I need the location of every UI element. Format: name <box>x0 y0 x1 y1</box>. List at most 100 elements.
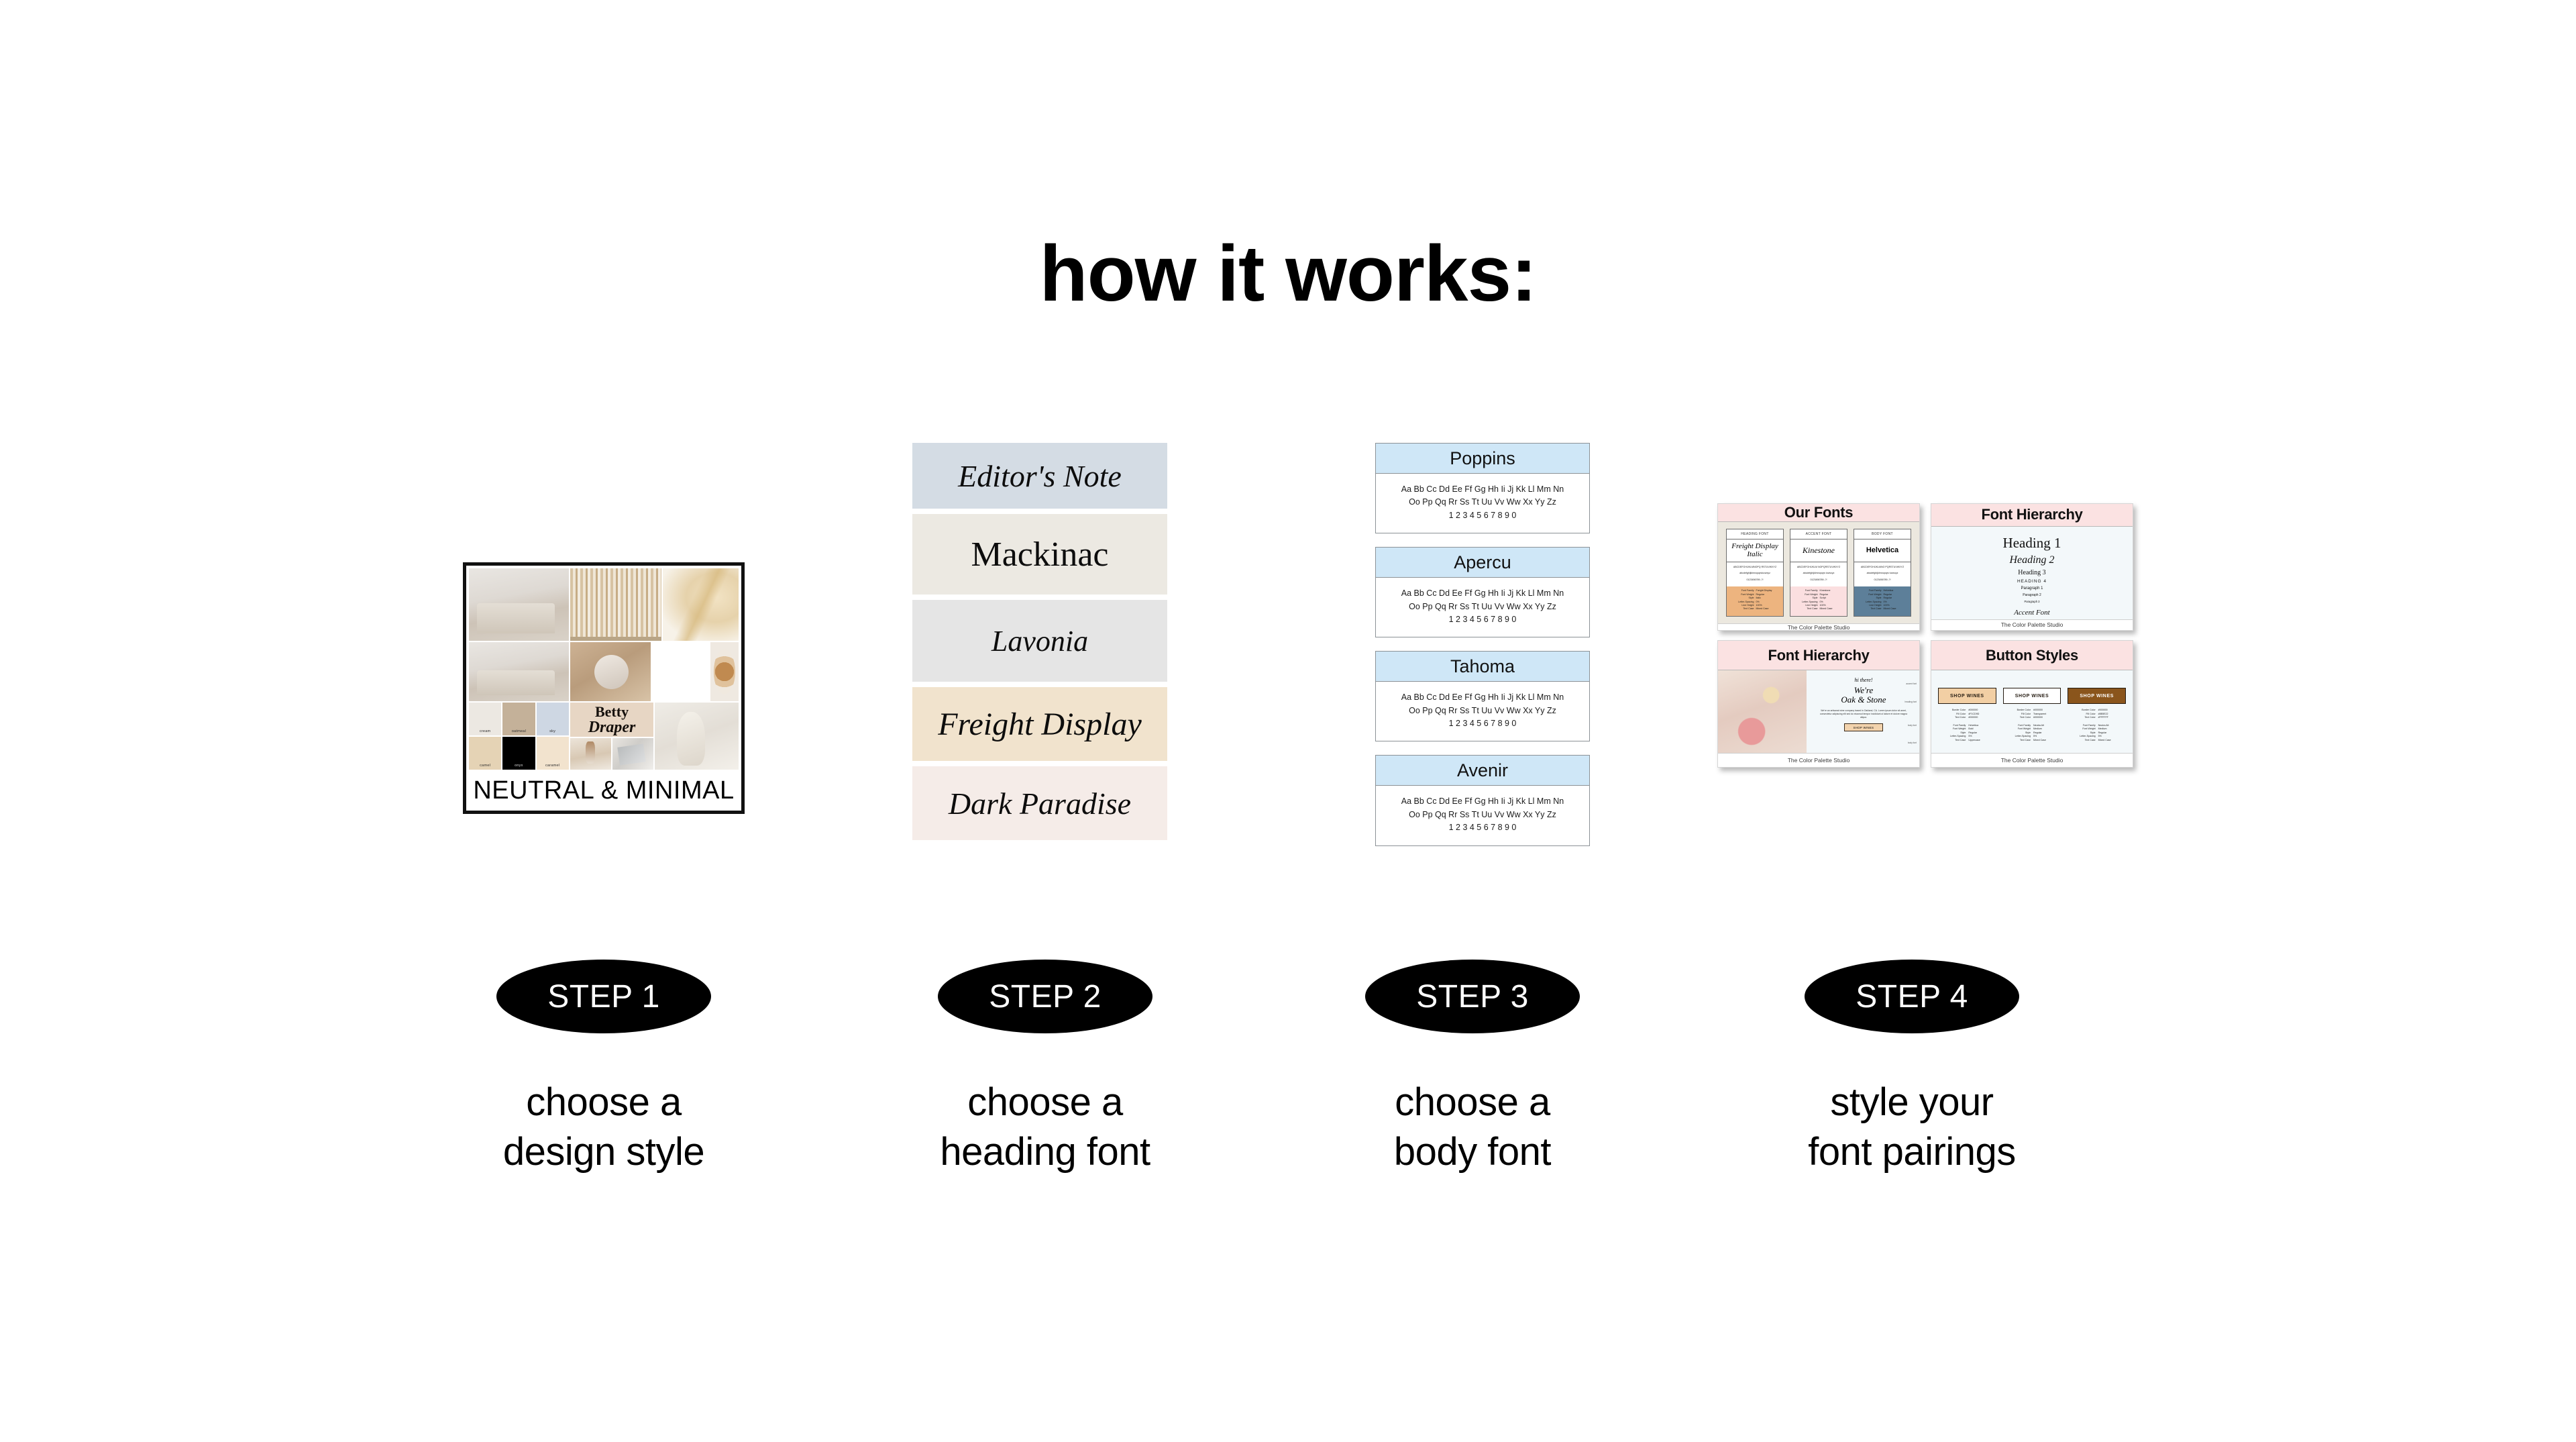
body-font-card[interactable]: Apercu Aa Bb Cc Dd Ee Ff Gg Hh Ii Jj Kk L… <box>1375 547 1590 638</box>
specimen-line: abcdefghijklmnopqrs tuvwxyz <box>1803 572 1835 575</box>
body-font-card-list: Poppins Aa Bb Cc Dd Ee Ff Gg Hh Ii Jj Kk … <box>1375 443 1590 860</box>
hierarchy-paragraph-2: Paragraph 2 <box>2023 593 2041 597</box>
heading-font-swatch[interactable]: Mackinac <box>912 514 1167 595</box>
metadata-row: Text Case Mixed Case <box>1793 607 1844 611</box>
metadata-key: Text Case <box>1955 738 1966 741</box>
metadata-row: Text Case Mixed Case <box>2003 739 2061 743</box>
annotation-body-font-2: body font <box>1907 741 1917 744</box>
moodboard-image-walking <box>570 738 612 770</box>
shop-wines-button[interactable]: SHOP WINES <box>1844 723 1883 732</box>
metadata-row: Text Case Mixed Case <box>1729 607 1780 611</box>
body-font-card[interactable]: Avenir Aa Bb Cc Dd Ee Ff Gg Hh Ii Jj Kk L… <box>1375 755 1590 846</box>
moodboard-caption: NEUTRAL & MINIMAL <box>473 776 735 805</box>
font-metadata: Font Family Kinestone Font Weight Regular St… <box>1790 586 1847 617</box>
moodboard-frame[interactable]: cream oatmeal sky camel onyx caramel Bet… <box>463 562 745 814</box>
metadata-key: Text Case <box>2020 738 2031 741</box>
metadata-value: Mixed Case <box>1756 607 1769 611</box>
heading-font-swatch[interactable]: Lavonia <box>912 600 1167 682</box>
step-4-label-group: STEP 4 style your font pairings <box>1771 960 2053 1177</box>
annotation-body-font-1: body font <box>1907 724 1917 727</box>
font-role-label: ACCENT FONT <box>1790 529 1847 539</box>
heading-font-name: Freight Display <box>938 706 1142 742</box>
heading-font-swatch[interactable]: Dark Paradise <box>912 766 1167 840</box>
hierarchy-accent-font: Accent Font <box>2014 608 2050 617</box>
moodboard-note-block: Betty Draper <box>570 703 654 770</box>
font-role-label: BODY FONT <box>1854 529 1911 539</box>
button-metadata: Border Color #000000 Fill Color #F1CD9D Text… <box>1938 709 1996 743</box>
thumbnail-title: Our Fonts <box>1718 504 1919 522</box>
thumbnail-our-fonts[interactable]: Our Fonts HEADING FONT Freight Display It… <box>1717 503 1920 631</box>
moodboard-image-arcs <box>652 642 708 701</box>
metadata-key: Text Color <box>2084 716 2096 719</box>
hierarchy-paragraph-3: Paragraph 3 <box>2024 599 2040 603</box>
specimen-line: ABCDEFGHIJKLM NOPQRSTUVWXYZ <box>1796 566 1841 568</box>
specimen-line: 1 2 3 4 5 6 7 8 9 0 <box>1448 719 1517 728</box>
hierarchy-paragraph-1: Paragraph 1 <box>2021 586 2043 590</box>
body-font-card[interactable]: Poppins Aa Bb Cc Dd Ee Ff Gg Hh Ii Jj Kk … <box>1375 443 1590 534</box>
moodboard-image-vases <box>655 703 739 770</box>
our-fonts-column: BODY FONT Helvetica ABCDEFGHIJKLMNO PQRSTU… <box>1854 529 1911 617</box>
body-font-specimen: Aa Bb Cc Dd Ee Ff Gg Hh Ii Jj Kk Ll Mm N… <box>1375 578 1590 638</box>
step-3-badge[interactable]: STEP 3 <box>1365 960 1580 1033</box>
specimen-line: Oo Pp Qq Rr Ss Tt Uu Vv Ww Xx Yy Zz <box>1409 497 1556 507</box>
font-name-display: Kinestone <box>1790 539 1847 562</box>
heading-font-swatch[interactable]: Freight Display <box>912 687 1167 761</box>
template-thumbnail-grid: Our Fonts HEADING FONT Freight Display It… <box>1717 503 2133 768</box>
body-font-name: Apercu <box>1375 547 1590 578</box>
moodboard-row: cream oatmeal sky camel onyx caramel Bet… <box>469 703 739 770</box>
wine-paragraph: We're an artisanal wine company based in… <box>1819 709 1908 719</box>
body-font-specimen: Aa Bb Cc Dd Ee Ff Gg Hh Ii Jj Kk Ll Mm N… <box>1375 474 1590 534</box>
thumbnail-button-styles[interactable]: Button Styles SHOP WINES Border Color #000… <box>1931 640 2133 768</box>
moodboard-image-betty-draper: Betty Draper <box>570 703 654 737</box>
specimen-line: Aa Bb Cc Dd Ee Ff Gg Hh Ii Jj Kk Ll Mm N… <box>1401 796 1564 807</box>
step-2-label-group: STEP 2 choose a heading font <box>904 960 1186 1177</box>
shop-wines-button-sample[interactable]: SHOP WINES <box>2068 688 2127 704</box>
step-2-badge[interactable]: STEP 2 <box>938 960 1152 1033</box>
specimen-line: abcdefghijklmnopqrs tuvwxyz <box>1866 572 1898 575</box>
metadata-row: Text Case Mixed Case <box>2068 739 2126 743</box>
specimen-line: 0123456789.,?! <box>1810 578 1827 581</box>
specimen-line: 1 2 3 4 5 6 7 8 9 0 <box>1448 823 1517 833</box>
metadata-key: Text Case <box>2084 738 2096 741</box>
heading-font-swatch[interactable]: Editor's Note <box>912 443 1167 509</box>
specimen-line: 1 2 3 4 5 6 7 8 9 0 <box>1448 510 1517 520</box>
step-3-caption: choose a body font <box>1393 1080 1552 1174</box>
shop-wines-button-sample[interactable]: SHOP WINES <box>1938 688 1996 704</box>
shop-wines-button-sample[interactable]: SHOP WINES <box>2002 688 2061 704</box>
moodboard-swatch-block: cream oatmeal sky camel onyx caramel <box>469 703 569 770</box>
swatch-label: oatmeal <box>511 729 527 733</box>
step-1-caption: choose a design style <box>502 1080 705 1174</box>
metadata-row: Text Case Uppercase <box>1938 739 1996 743</box>
our-fonts-columns: HEADING FONT Freight Display Italic ABCDEF… <box>1718 522 1919 624</box>
swatch-row-bottom: camel onyx caramel <box>469 737 569 770</box>
moodboard-image-latte <box>710 642 739 701</box>
step-4-caption: style your font pairings <box>1808 1080 2016 1174</box>
color-swatch-sky: sky <box>536 703 569 735</box>
heading-font-name: Editor's Note <box>958 458 1122 493</box>
step-2-caption: choose a heading font <box>940 1080 1150 1174</box>
step-4-badge[interactable]: STEP 4 <box>1805 960 2019 1033</box>
specimen-line: 1 2 3 4 5 6 7 8 9 0 <box>1448 614 1517 624</box>
metadata-value: #FFFFFF <box>2098 716 2108 719</box>
button-style-columns: SHOP WINES Border Color #000000 Fill Color #… <box>1931 670 2133 753</box>
thumbnail-font-hierarchy-layout[interactable]: Font Hierarchy hi there! We're Oak & Sto… <box>1717 640 1920 768</box>
metadata-value: Mixed Case <box>2098 738 2111 741</box>
hierarchy-heading-1: Heading 1 <box>2002 534 2061 551</box>
body-font-card[interactable]: Tahoma Aa Bb Cc Dd Ee Ff Gg Hh Ii Jj Kk L… <box>1375 651 1590 742</box>
specimen-line: Aa Bb Cc Dd Ee Ff Gg Hh Ii Jj Kk Ll Mm N… <box>1401 588 1564 599</box>
metadata-value: #000000 <box>1968 716 1978 719</box>
body-font-name: Tahoma <box>1375 651 1590 682</box>
color-swatch-onyx: onyx <box>502 737 535 770</box>
moodboard-image-headphones <box>570 642 651 701</box>
body-font-specimen: Aa Bb Cc Dd Ee Ff Gg Hh Ii Jj Kk Ll Mm N… <box>1375 786 1590 846</box>
wordmark-line-1: Betty <box>594 703 629 720</box>
thumbnail-footer: The Color Palette Studio <box>1718 753 1919 767</box>
step-1-badge[interactable]: STEP 1 <box>496 960 711 1033</box>
button-metadata: Border Color #000000 Fill Color #8B5E22 Text… <box>2068 709 2126 743</box>
specimen-line: ABCDEFGHIJKLMNOPQ RSTUVWXYZ <box>1733 566 1777 568</box>
specimen-line: abcdefghijklmnopqrstuvwxyz <box>1739 572 1770 575</box>
thumbnail-font-hierarchy-scale[interactable]: Font Hierarchy Heading 1 Heading 2 Headi… <box>1931 503 2133 631</box>
wine-copy-block: hi there! We're Oak & Stone We're an art… <box>1807 670 1919 753</box>
steps-content-row: cream oatmeal sky camel onyx caramel Bet… <box>0 443 2576 953</box>
color-swatch-oatmeal: oatmeal <box>502 703 535 735</box>
